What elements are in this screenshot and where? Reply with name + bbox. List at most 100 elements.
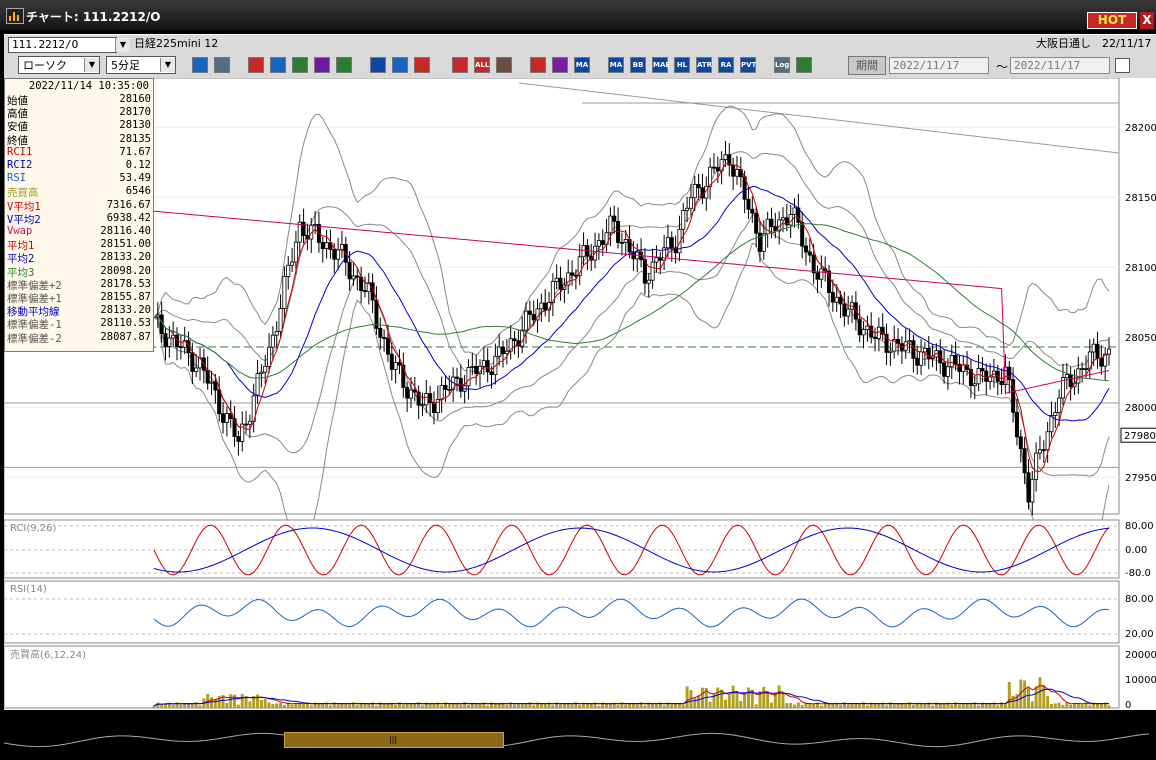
chart-toolbar: 111.2212/O ▼ 日経225mini 12 大阪日通し 22/11/17… bbox=[4, 34, 1156, 79]
candle-body bbox=[612, 215, 617, 222]
candle-body bbox=[524, 310, 529, 331]
candle-body bbox=[205, 369, 210, 384]
toolbar-ra-icon[interactable]: RA bbox=[718, 57, 734, 73]
toolbar-wrench-icon[interactable] bbox=[530, 57, 546, 73]
info-row: V平均1 7316.67 bbox=[7, 198, 151, 213]
toolbar-ma-icon[interactable]: MA bbox=[608, 57, 624, 73]
candle-body bbox=[926, 347, 931, 359]
candle-body bbox=[531, 313, 536, 321]
toolbar-color-icon[interactable] bbox=[552, 57, 568, 73]
candle-body bbox=[554, 277, 559, 282]
toolbar-log-icon[interactable]: Log bbox=[774, 57, 790, 73]
chevron-down-icon[interactable]: ▼ bbox=[115, 38, 130, 52]
info-value: 7316.67 bbox=[106, 198, 151, 211]
candle-body bbox=[681, 210, 686, 230]
toolbar-cursor-icon[interactable] bbox=[370, 57, 386, 73]
toolbar-all-icon[interactable]: ALL bbox=[474, 57, 490, 73]
info-value: 28133.20 bbox=[100, 251, 151, 264]
volume-frame bbox=[3, 645, 1120, 709]
volume-bar bbox=[739, 700, 743, 708]
toolbar-search-icon[interactable] bbox=[270, 57, 286, 73]
candle-body bbox=[474, 365, 479, 375]
volume-bar bbox=[413, 704, 417, 708]
info-label: RCI2 bbox=[7, 159, 33, 171]
candle-body bbox=[1022, 448, 1027, 474]
date-from-value: 2022/11/17 bbox=[893, 59, 960, 72]
volume-bar bbox=[746, 687, 750, 708]
volume-bar bbox=[693, 697, 697, 708]
chart-type-select[interactable]: ローソク ▼ bbox=[18, 56, 100, 74]
toolbar-mae-icon[interactable]: MAE bbox=[652, 57, 670, 73]
symbol-input[interactable]: 111.2212/O bbox=[8, 37, 117, 53]
candle-body bbox=[754, 212, 759, 234]
volume-bar bbox=[754, 704, 758, 708]
volume-bar bbox=[1095, 703, 1099, 708]
toolbar-dots-icon[interactable] bbox=[496, 57, 512, 73]
candle-body bbox=[209, 381, 214, 384]
candle-body bbox=[830, 292, 835, 303]
volume-bar bbox=[367, 703, 371, 708]
volume-bar bbox=[735, 691, 739, 708]
volume-bar bbox=[570, 704, 574, 708]
info-value: 28170 bbox=[119, 106, 151, 119]
toolbar-misc-icon[interactable] bbox=[314, 57, 330, 73]
price-chart[interactable]: 28200 28150 28100 28050 28000 27950 27980 RCI(… bbox=[3, 77, 1156, 726]
timeframe-select[interactable]: 5分足 ▼ bbox=[106, 56, 176, 74]
info-value: 6546 bbox=[125, 185, 151, 198]
candle-body bbox=[780, 217, 785, 221]
candle-body bbox=[1014, 411, 1019, 438]
toolbar-draw-icon[interactable] bbox=[248, 57, 264, 73]
close-button[interactable]: X bbox=[1140, 12, 1154, 29]
candle-body bbox=[658, 257, 663, 261]
candle-body bbox=[1049, 415, 1054, 433]
volume-bar bbox=[1030, 701, 1034, 708]
candle-body bbox=[301, 221, 306, 236]
info-row: 平均3 28098.20 bbox=[7, 265, 151, 279]
volume-bar bbox=[651, 703, 655, 708]
toolbar-bb-icon[interactable]: BB bbox=[630, 57, 646, 73]
toolbar-pvt-icon[interactable]: PVT bbox=[740, 57, 756, 73]
info-row: RCI2 0.12 bbox=[7, 159, 151, 172]
toolbar-fit-icon[interactable] bbox=[292, 57, 308, 73]
toolbar-pen-icon[interactable] bbox=[336, 57, 352, 73]
volume-label: 売買高(6,12,24) bbox=[10, 648, 86, 661]
toolbar-crosshair-icon[interactable] bbox=[214, 57, 230, 73]
period-button[interactable]: 期間 bbox=[848, 56, 886, 75]
toolbar-bar-icon[interactable] bbox=[414, 57, 430, 73]
overview-scrollbar[interactable]: ||| bbox=[4, 710, 1156, 760]
scroll-thumb[interactable]: ||| bbox=[284, 732, 504, 748]
candle-body bbox=[424, 393, 429, 406]
toolbar-save-icon[interactable] bbox=[796, 57, 812, 73]
candle-body bbox=[988, 376, 993, 382]
toolbar-atr-icon[interactable]: ATR bbox=[696, 57, 712, 73]
toolbar-arrow-icon[interactable] bbox=[452, 57, 468, 73]
candle-body bbox=[811, 254, 816, 274]
volume-bar bbox=[374, 705, 378, 708]
date-to-input[interactable]: 2022/11/17 bbox=[1010, 57, 1110, 74]
volume-bar bbox=[819, 705, 823, 708]
toolbar-ma-icon[interactable]: MA bbox=[574, 57, 590, 73]
toolbar-zoom-icon[interactable] bbox=[192, 57, 208, 73]
candle-body bbox=[163, 333, 168, 347]
option-checkbox[interactable] bbox=[1115, 58, 1130, 73]
price-tick-label: 28000 bbox=[1125, 403, 1156, 414]
candle-body bbox=[539, 302, 544, 310]
grip-icon: ||| bbox=[389, 735, 398, 744]
date-from-input[interactable]: 2022/11/17 bbox=[889, 57, 989, 74]
candle-body bbox=[734, 169, 739, 177]
candle-body bbox=[504, 350, 509, 355]
volume-bar bbox=[996, 705, 1000, 708]
hot-button[interactable]: HOT bbox=[1087, 12, 1137, 29]
volume-bar bbox=[589, 703, 593, 708]
candle-body bbox=[984, 370, 989, 382]
chart-area[interactable]: 28200 28150 28100 28050 28000 27950 27980 RCI(… bbox=[3, 77, 1156, 726]
toolbar-hl-icon[interactable]: HL bbox=[674, 57, 690, 73]
toolbar-undo-icon[interactable] bbox=[392, 57, 408, 73]
volume-bar bbox=[1061, 704, 1065, 708]
candle-body bbox=[865, 325, 870, 330]
candle-body bbox=[324, 242, 329, 249]
volume-bar bbox=[777, 685, 781, 708]
candle-body bbox=[930, 356, 935, 359]
volume-bar bbox=[1023, 680, 1027, 708]
rci-tick: -80.0 bbox=[1125, 568, 1151, 579]
